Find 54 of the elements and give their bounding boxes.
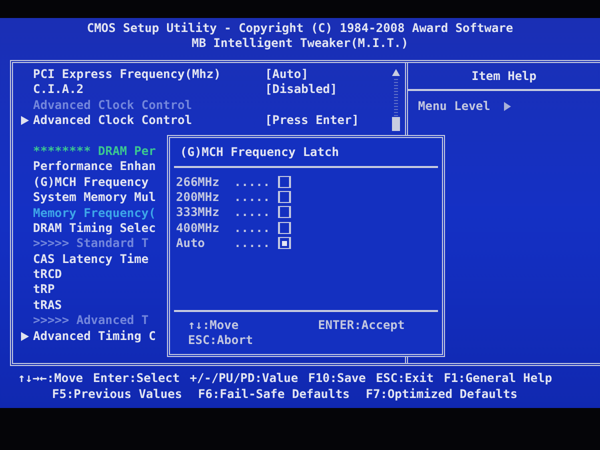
setting-value[interactable]: [Disabled] — [265, 82, 338, 98]
option-dots: ..... — [234, 190, 272, 204]
help-text: Menu Level — [418, 99, 490, 113]
setting-label[interactable]: tRCD — [33, 267, 62, 282]
radio-box[interactable] — [278, 222, 291, 234]
setting-label[interactable]: CAS Latency Time — [33, 252, 149, 268]
menu-level-arrow-icon — [504, 102, 512, 110]
popup-title: (G)MCH Frequency Latch — [180, 145, 339, 159]
submenu-arrow-icon — [21, 332, 29, 341]
submenu-arrow-icon — [21, 116, 29, 126]
key-hint: ↑↓:Move — [188, 318, 240, 333]
setting-label[interactable]: C.I.A.2 — [33, 82, 84, 98]
footer-hint: ↑↓→←:Move — [18, 370, 84, 386]
setting-label[interactable]: Advanced Clock Control — [33, 113, 192, 129]
option-dots: ..... — [234, 174, 272, 189]
setting-label[interactable]: (G)MCH Frequency — [33, 174, 149, 190]
radio-box[interactable] — [278, 206, 291, 218]
header-subtitle: MB Intelligent Tweaker(M.I.T.) — [192, 36, 408, 51]
radio-box[interactable] — [278, 176, 291, 188]
scroll-up-icon[interactable] — [392, 69, 400, 76]
scroll-thumb[interactable] — [392, 117, 400, 131]
help-title: Item Help — [471, 69, 537, 83]
key-hint: ENTER:Accept — [318, 318, 406, 333]
option-label[interactable]: 333MHz — [176, 205, 234, 220]
option-dots: ..... — [234, 236, 272, 250]
setting-label[interactable]: ******** DRAM Per — [33, 144, 156, 160]
option-dots: ..... — [234, 205, 272, 220]
setting-label[interactable]: System Memory Mul — [33, 190, 156, 206]
radio-box[interactable] — [278, 191, 291, 204]
radio-box[interactable] — [278, 237, 291, 250]
setting-label[interactable]: tRAS — [33, 298, 62, 314]
footer-hint: F10:Save — [308, 370, 366, 386]
footer-hint: Enter:Select — [93, 370, 180, 386]
footer-hint: F7:Optimized Defaults — [366, 386, 518, 402]
setting-label[interactable]: Advanced Timing C — [33, 328, 156, 344]
footer-hint: +/-/PU/PD:Value — [190, 370, 298, 386]
option-label[interactable]: Auto — [176, 236, 234, 250]
setting-label[interactable]: DRAM Timing Selec — [33, 220, 156, 236]
setting-value[interactable]: [Press Enter] — [265, 113, 359, 129]
footer-hint: F6:Fail-Safe Defaults — [198, 386, 350, 402]
option-dots: ..... — [234, 220, 272, 235]
footer-hint: ESC:Exit — [376, 370, 434, 386]
header-title: CMOS Setup Utility - Copyright (C) 1984-2008 Award Software — [86, 21, 514, 36]
setting-label[interactable]: Performance Enhan — [33, 159, 156, 175]
setting-label[interactable]: tRP — [33, 282, 55, 298]
option-label[interactable]: 400MHz — [176, 220, 234, 235]
scroll-bar[interactable] — [391, 67, 401, 133]
footer-hint: F5:Previous Values — [52, 386, 182, 402]
setting-value[interactable]: [Auto] — [265, 66, 308, 82]
setting-label[interactable]: PCI Express Frequency(Mhz) — [33, 67, 221, 82]
key-hint: ESC:Abort — [188, 333, 254, 348]
option-label[interactable]: 266MHz — [176, 174, 234, 189]
footer-hint: F1:General Help — [444, 370, 552, 386]
option-label[interactable]: 200MHz — [176, 190, 234, 204]
